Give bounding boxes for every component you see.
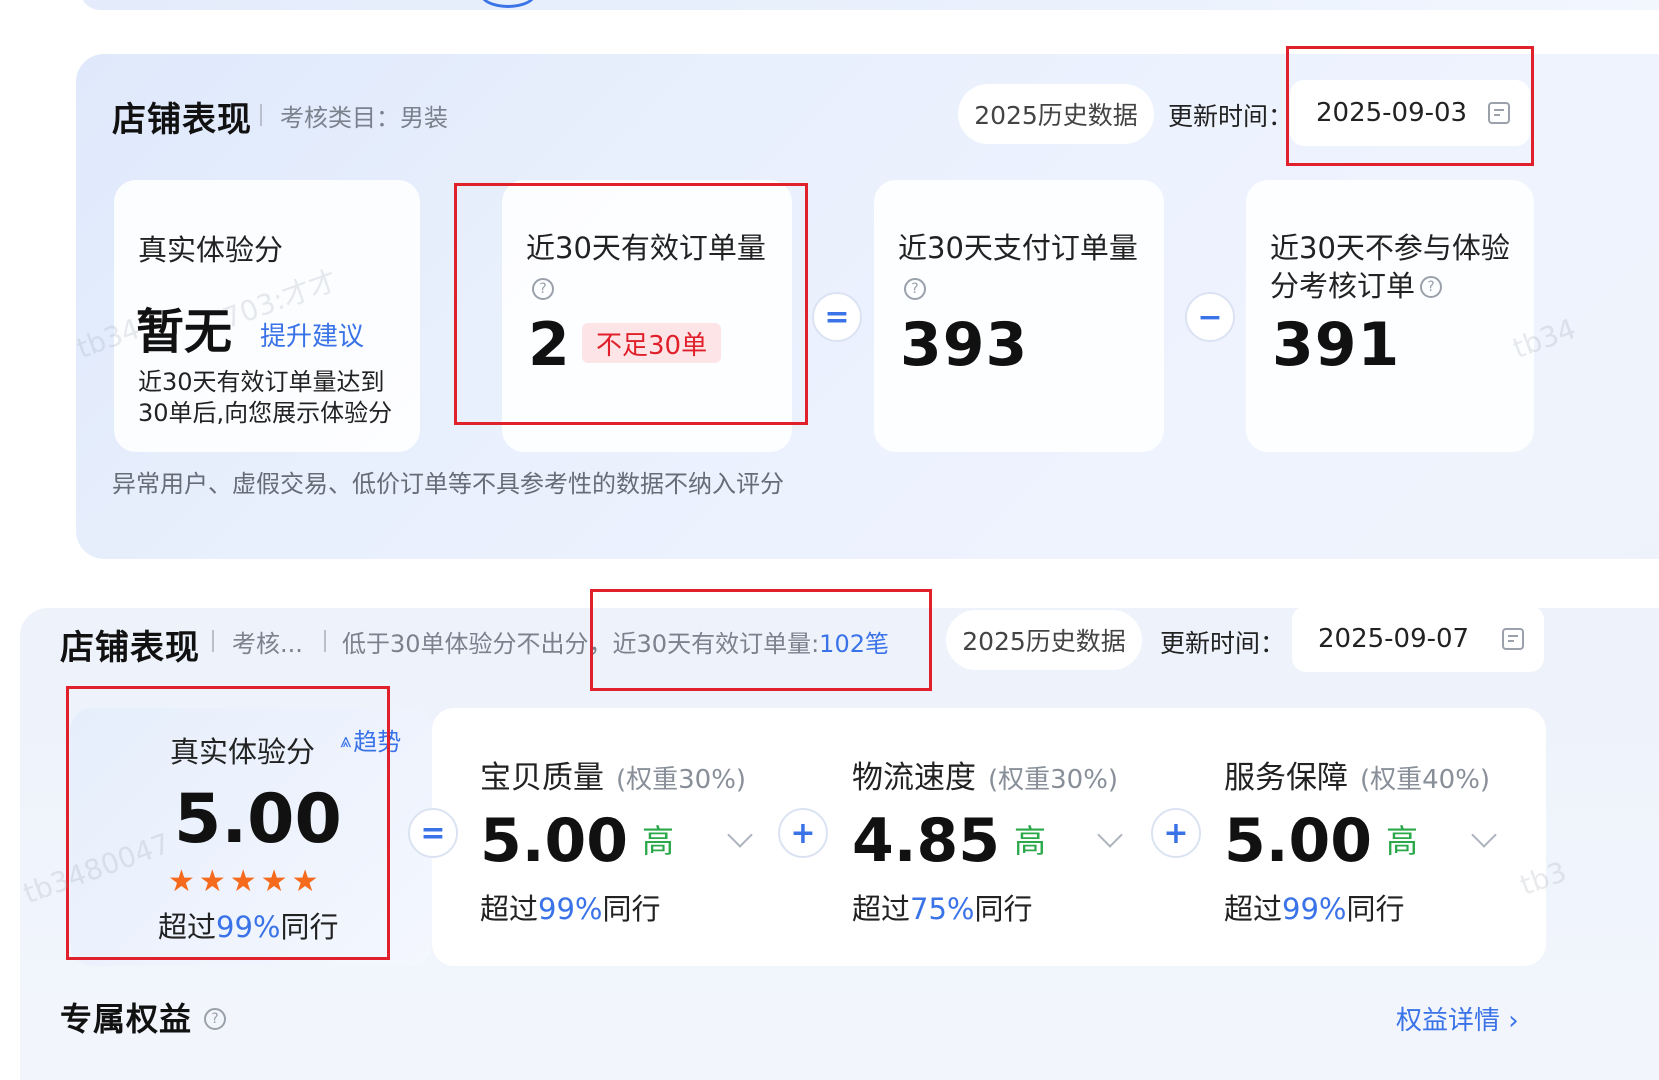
title-divider: [212, 630, 214, 652]
help-icon[interactable]: ?: [1420, 276, 1442, 298]
exceed-suffix: 同行: [602, 892, 661, 926]
equals-operator: =: [408, 808, 458, 858]
paid-orders-title: 近30天支付订单量: [898, 231, 1138, 265]
update-time-label: 更新时间：: [1160, 629, 1286, 658]
previous-section-edge: [80, 0, 1659, 10]
highlight-box-score: [66, 686, 390, 960]
help-icon[interactable]: ?: [204, 1008, 226, 1030]
metric-level: 高: [1014, 822, 1047, 860]
excluded-orders-value: 391: [1272, 310, 1401, 380]
exceed-prefix: 超过: [1224, 892, 1283, 926]
minus-operator: −: [1185, 292, 1235, 342]
chevron-right-icon: ›: [1500, 1006, 1519, 1036]
panel1-title: 店铺表现: [112, 100, 252, 140]
metric-item-logistics: 物流速度 (权重30%): [852, 752, 1118, 797]
metric-item-quality: 宝贝质量 (权重30%): [480, 752, 746, 797]
equals-operator: =: [812, 292, 862, 342]
panel2-title: 店铺表现: [60, 628, 200, 668]
calendar-icon[interactable]: [1502, 628, 1524, 650]
metric-value: 4.85: [852, 806, 1001, 876]
metric-name: 物流速度: [852, 760, 976, 796]
score-note-line2: 30单后,向您展示体验分: [138, 399, 393, 427]
highlight-box-date-1: [1286, 46, 1534, 166]
panel1-category: 考核类目：男装: [280, 104, 448, 132]
metric-weight: (权重30%): [988, 765, 1119, 795]
metric-weight: (权重30%): [616, 765, 747, 795]
exceed-percent: 99%: [538, 892, 603, 926]
panel1-footnote: 异常用户、虚假交易、低价订单等不具参考性的数据不纳入评分: [112, 470, 784, 498]
excluded-orders-title-line2: 分考核订单: [1270, 269, 1416, 303]
metric-name: 宝贝质量: [480, 760, 604, 796]
title-divider: [324, 630, 326, 652]
metric-exceed-text: 超过99%同行: [480, 886, 661, 928]
update-time-label: 更新时间：: [1168, 102, 1294, 131]
history-data-button[interactable]: 2025历史数据: [958, 84, 1154, 144]
benefits-detail-link[interactable]: 权益详情 ›: [1396, 1000, 1519, 1037]
exceed-percent: 99%: [1282, 892, 1347, 926]
highlight-box-valid-orders: [454, 183, 808, 425]
metric-weight: (权重40%): [1360, 765, 1491, 795]
update-date-picker[interactable]: 2025-09-07: [1292, 606, 1544, 672]
plus-operator: +: [778, 808, 828, 858]
metric-level: 高: [1386, 822, 1419, 860]
highlight-box-notice: [590, 589, 932, 691]
exceed-suffix: 同行: [1346, 892, 1405, 926]
exclusive-benefits-title: 专属权益: [60, 1000, 193, 1038]
metric-exceed-text: 超过99%同行: [1224, 886, 1405, 928]
exceed-suffix: 同行: [974, 892, 1033, 926]
update-date-value: 2025-09-07: [1318, 624, 1470, 654]
paid-orders-value: 393: [900, 310, 1029, 380]
benefits-detail-label: 权益详情: [1396, 1006, 1501, 1036]
help-icon[interactable]: ?: [904, 278, 926, 300]
history-data-button[interactable]: 2025历史数据: [946, 610, 1142, 670]
metric-level: 高: [642, 822, 675, 860]
title-divider: [260, 104, 262, 126]
excluded-orders-title-line1: 近30天不参与体验: [1270, 231, 1510, 265]
improve-advice-link[interactable]: 提升建议: [260, 316, 364, 353]
metric-value: 5.00: [1224, 806, 1373, 876]
exceed-percent: 75%: [910, 892, 975, 926]
panel2-category: 考核...: [232, 630, 303, 658]
metric-item-service: 服务保障 (权重40%): [1224, 752, 1490, 797]
exceed-prefix: 超过: [852, 892, 911, 926]
plus-operator: +: [1151, 808, 1201, 858]
metric-name: 服务保障: [1224, 760, 1348, 796]
experience-score-title: 真实体验分: [138, 233, 284, 267]
exceed-prefix: 超过: [480, 892, 539, 926]
metric-value: 5.00: [480, 806, 629, 876]
score-note-line1: 近30天有效订单量达到: [138, 368, 385, 396]
metric-exceed-text: 超过75%同行: [852, 886, 1033, 928]
